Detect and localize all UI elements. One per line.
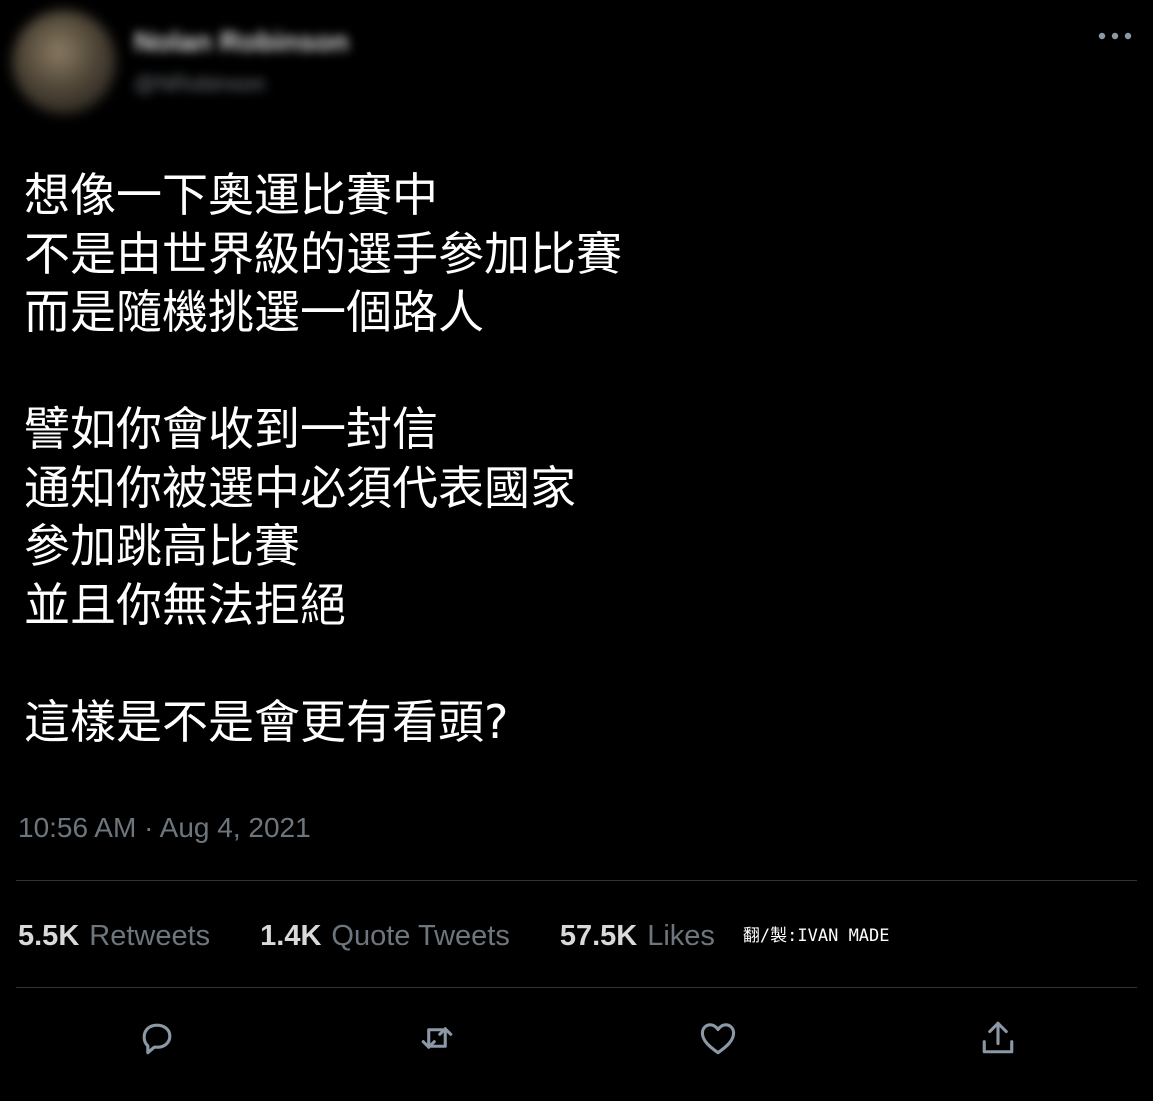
avatar[interactable]: [12, 10, 116, 114]
retweet-icon: [421, 1027, 453, 1049]
quote-tweets-stat[interactable]: 1.4K Quote Tweets: [260, 916, 510, 956]
tweet-line: 並且你無法拒絕: [24, 577, 346, 632]
share-button[interactable]: [972, 1012, 1024, 1064]
like-button[interactable]: [692, 1012, 744, 1064]
author-name[interactable]: Nolan Robinson: [134, 26, 349, 58]
tweet-line: 參加跳高比賽: [24, 519, 300, 573]
divider: [16, 987, 1137, 988]
divider: [16, 880, 1137, 881]
retweets-label: Retweets: [89, 920, 211, 952]
tweet-line: 譬如你會收到一封信: [24, 402, 438, 456]
tweet-line: 不是由世界級的選手參加比賽: [24, 226, 622, 281]
quote-tweets-count: 1.4K: [260, 920, 322, 952]
tweet-line: 想像一下奧運比賽中: [24, 168, 438, 222]
retweets-stat[interactable]: 5.5K Retweets: [18, 916, 210, 956]
heart-icon: [700, 1023, 736, 1055]
more-options-button[interactable]: [1095, 22, 1135, 50]
likes-count: 57.5K: [559, 920, 638, 952]
author-handle[interactable]: @NRobinson: [134, 70, 349, 98]
likes-stat[interactable]: 57.5K Likes: [560, 916, 715, 956]
quote-tweets-label: Quote Tweets: [331, 920, 510, 952]
retweet-button[interactable]: [411, 1012, 463, 1064]
reply-button[interactable]: [131, 1012, 183, 1064]
tweet-line: 通知你被選中必須代表國家: [24, 460, 576, 515]
tweet-line: 這樣是不是會更有看頭?: [24, 694, 509, 749]
retweets-count: 5.5K: [18, 920, 80, 952]
tweet-timestamp[interactable]: 10:56 AM · Aug 4, 2021: [18, 810, 311, 846]
more-dots-icon: [1098, 32, 1132, 40]
share-icon: [982, 1021, 1014, 1054]
engagement-stats: 5.5K Retweets 1.4K Quote Tweets 57.5K Li…: [18, 914, 890, 958]
author-block[interactable]: Nolan Robinson @NRobinson: [134, 26, 349, 98]
likes-label: Likes: [647, 920, 715, 952]
tweet-card: Nolan Robinson @NRobinson 想像一下奧運比賽中 不是由世…: [0, 0, 1153, 1101]
reply-icon: [142, 1023, 172, 1055]
tweet-line: 而是隨機挑選一個路人: [24, 285, 484, 339]
watermark-credit: 翻/製:IVAN MADE: [742, 925, 890, 946]
tweet-text: 想像一下奧運比賽中 不是由世界級的選手參加比賽 而是隨機挑選一個路人 譬如你會收…: [24, 166, 1124, 751]
